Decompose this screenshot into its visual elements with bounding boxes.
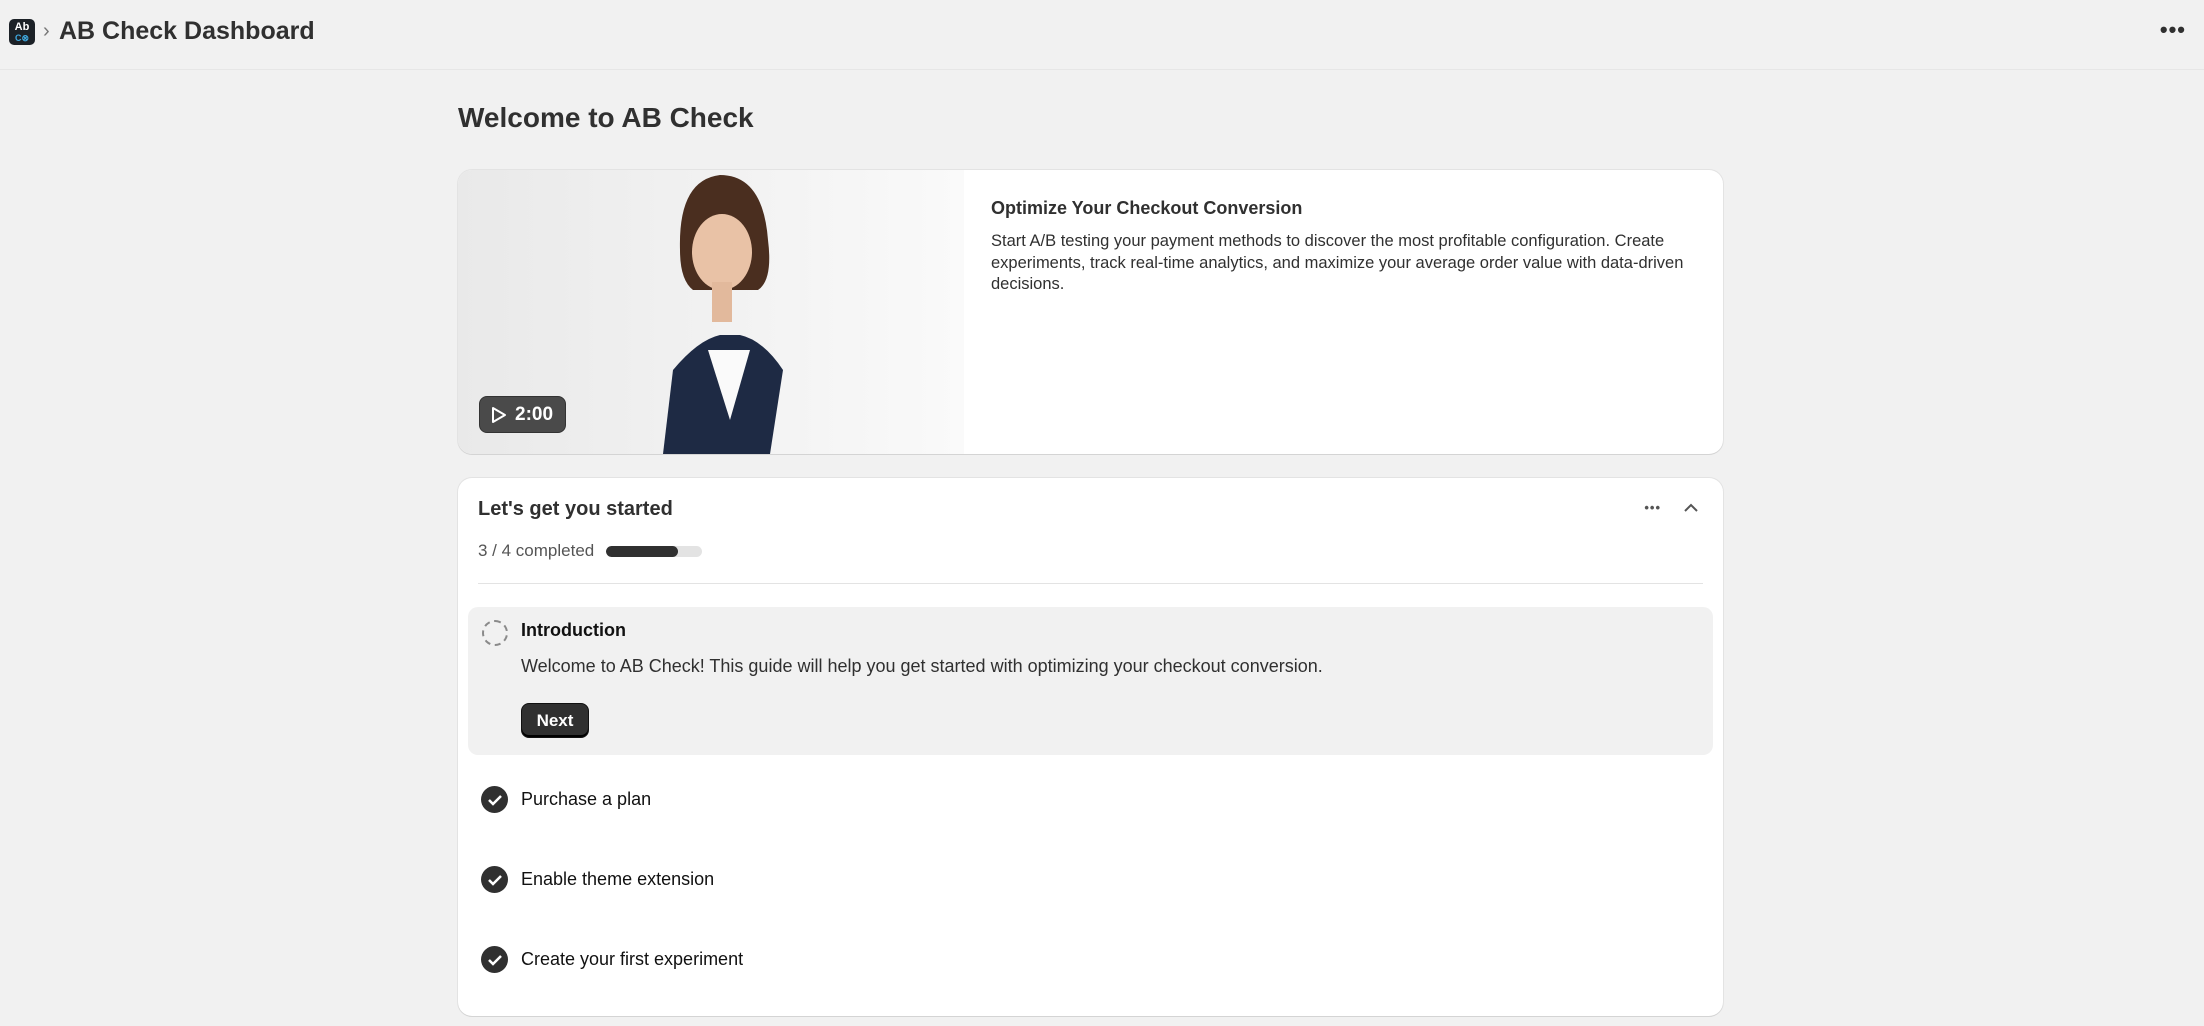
step-title: Create your first experiment: [521, 949, 744, 969]
checkmark-circle-icon: [481, 866, 508, 893]
app-logo-icon[interactable]: Ab C⊗: [9, 19, 35, 45]
checkmark-circle-icon: [481, 786, 508, 813]
hero-heading: Optimize Your Checkout Conversion: [991, 198, 1303, 218]
progress-text: 3 / 4 completed: [478, 541, 595, 560]
app-title: AB Check Dashboard: [59, 17, 315, 45]
app-logo-text: Ab: [14, 21, 30, 33]
more-actions-icon[interactable]: •••: [1644, 500, 1661, 515]
setup-guide-title: Let's get you started: [478, 498, 673, 520]
step-purchase-plan[interactable]: Purchase a plan: [481, 786, 651, 813]
chevron-up-icon[interactable]: [1683, 503, 1699, 513]
step-title[interactable]: Introduction: [521, 620, 626, 641]
incomplete-circle-icon[interactable]: [482, 620, 508, 646]
step-create-first-experiment[interactable]: Create your first experiment: [481, 946, 743, 973]
hero-description: Start A/B testing your payment methods t…: [991, 232, 1684, 293]
chevron-right-icon: ›: [43, 20, 50, 42]
step-title: Purchase a plan: [521, 789, 652, 809]
top-bar: Ab C⊗ › AB Check Dashboard •••: [0, 0, 2204, 70]
setup-guide-card: Let's get you started ••• 3 / 4 complete…: [458, 478, 1723, 1016]
step-description: Welcome to AB Check! This guide will hel…: [521, 656, 1323, 676]
divider: [478, 583, 1703, 584]
app-logo-sub: C⊗: [14, 33, 30, 43]
video-thumbnail[interactable]: 2:00: [458, 170, 964, 454]
checkmark-circle-icon: [481, 946, 508, 973]
more-actions-icon[interactable]: •••: [2160, 17, 2186, 43]
video-duration: 2:00: [515, 403, 554, 425]
welcome-video-card: 2:00 Optimize Your Checkout Conversion S…: [458, 170, 1723, 454]
step-title: Enable theme extension: [521, 869, 715, 889]
step-introduction: Introduction Welcome to AB Check! This g…: [468, 607, 1713, 755]
play-icon: [492, 406, 506, 423]
page-title: Welcome to AB Check: [458, 102, 754, 133]
progress-bar: [606, 545, 703, 557]
next-button[interactable]: Next: [521, 703, 589, 738]
progress-bar-fill: [606, 545, 679, 557]
play-button[interactable]: 2:00: [479, 396, 566, 433]
step-enable-theme-extension[interactable]: Enable theme extension: [481, 866, 714, 893]
